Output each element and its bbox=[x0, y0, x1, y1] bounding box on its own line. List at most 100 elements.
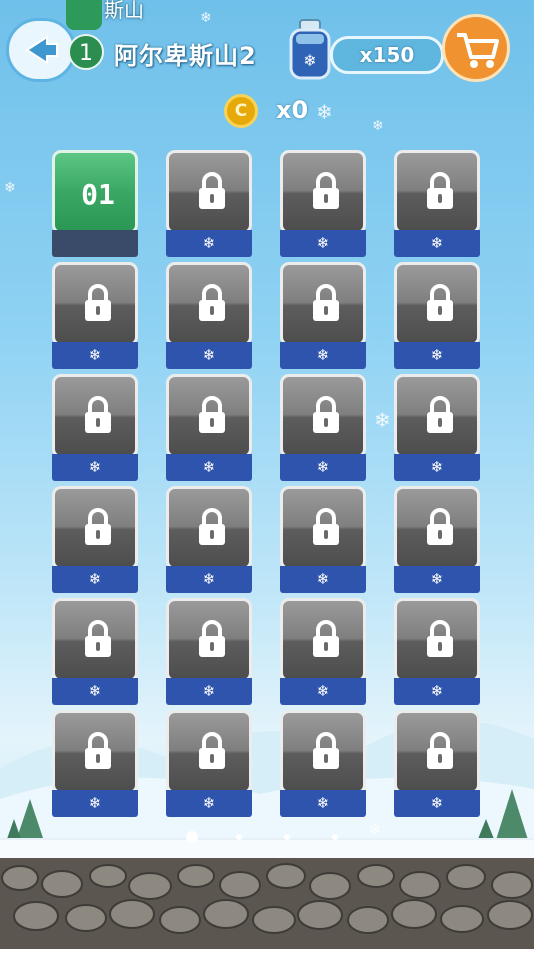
locked-level-tile[interactable]: ❄ bbox=[52, 374, 138, 482]
tile-face bbox=[52, 374, 138, 458]
locked-level-tile[interactable]: ❄ bbox=[394, 710, 480, 818]
snowflake-icon: ❄ bbox=[280, 342, 366, 369]
tile-face bbox=[166, 710, 252, 794]
tile-face bbox=[280, 710, 366, 794]
locked-level-tile[interactable]: ❄ bbox=[280, 374, 366, 482]
snowflake-icon: ❄ bbox=[166, 678, 252, 705]
locked-level-tile[interactable]: ❄ bbox=[166, 262, 252, 370]
snowflake-icon: ❄ bbox=[394, 454, 480, 481]
snowflake-icon: ❄ bbox=[394, 342, 480, 369]
locked-level-tile[interactable]: ❄ bbox=[394, 262, 480, 370]
locked-level-tile[interactable]: ❄ bbox=[166, 598, 252, 706]
tile-face bbox=[166, 598, 252, 682]
lock-icon bbox=[427, 620, 453, 657]
lock-icon bbox=[427, 396, 453, 433]
level-label: 01 bbox=[81, 178, 115, 211]
snowflake-icon: ❄ bbox=[166, 230, 252, 257]
snowflake-icon: ❄ bbox=[52, 790, 138, 817]
coin-icon: C bbox=[224, 94, 258, 128]
lock-icon bbox=[85, 396, 111, 433]
locked-level-tile[interactable]: ❄ bbox=[280, 262, 366, 370]
locked-level-tile[interactable]: ❄ bbox=[52, 598, 138, 706]
locked-level-tile[interactable]: ❄ bbox=[166, 486, 252, 594]
locked-level-tile[interactable]: ❄ bbox=[394, 374, 480, 482]
tile-face bbox=[166, 486, 252, 570]
snowflake-icon: ❄ bbox=[52, 566, 138, 593]
locked-level-tile[interactable]: ❄ bbox=[280, 710, 366, 818]
tile-face bbox=[280, 262, 366, 346]
locked-level-tile[interactable]: ❄ bbox=[394, 486, 480, 594]
tile-face bbox=[280, 374, 366, 458]
lock-icon bbox=[313, 284, 339, 321]
snowflake-decor: ❄ bbox=[200, 10, 212, 26]
tile-face bbox=[166, 150, 252, 234]
level-tile[interactable]: 01 bbox=[52, 150, 138, 258]
locked-level-tile[interactable]: ❄ bbox=[394, 150, 480, 258]
tile-face bbox=[394, 486, 480, 570]
locked-level-tile[interactable]: ❄ bbox=[52, 262, 138, 370]
tile-face bbox=[280, 486, 366, 570]
shop-cart-button[interactable] bbox=[442, 14, 510, 82]
lock-icon bbox=[313, 508, 339, 545]
tile-face: 01 bbox=[52, 150, 138, 234]
lock-icon bbox=[313, 172, 339, 209]
locked-level-tile[interactable]: ❄ bbox=[280, 150, 366, 258]
lock-icon bbox=[427, 508, 453, 545]
locked-level-tile[interactable]: ❄ bbox=[166, 374, 252, 482]
snowflake-decor: ❄ bbox=[4, 180, 16, 196]
tile-face bbox=[166, 262, 252, 346]
page-dot[interactable] bbox=[284, 834, 290, 840]
locked-level-tile[interactable]: ❄ bbox=[166, 150, 252, 258]
snowflake-decor: ❄ bbox=[316, 100, 333, 124]
lock-icon bbox=[313, 732, 339, 769]
tile-base bbox=[52, 230, 138, 257]
tile-face bbox=[52, 262, 138, 346]
tile-face bbox=[280, 150, 366, 234]
svg-text:❄: ❄ bbox=[303, 51, 316, 70]
back-arrow-icon bbox=[25, 35, 58, 65]
snowflake-decor: ❄ bbox=[372, 118, 384, 134]
lock-icon bbox=[313, 396, 339, 433]
coin-count: x0 bbox=[276, 96, 309, 124]
lock-icon bbox=[427, 284, 453, 321]
lock-icon bbox=[85, 284, 111, 321]
snowflake-icon: ❄ bbox=[280, 230, 366, 257]
locked-level-tile[interactable]: ❄ bbox=[280, 486, 366, 594]
snowflake-icon: ❄ bbox=[166, 790, 252, 817]
lock-icon bbox=[199, 396, 225, 433]
snowflake-icon: ❄ bbox=[280, 790, 366, 817]
tile-face bbox=[52, 598, 138, 682]
snowflake-icon: ❄ bbox=[394, 230, 480, 257]
stone-ground bbox=[0, 858, 534, 949]
snowflake-icon: ❄ bbox=[394, 678, 480, 705]
snowflake-icon: ❄ bbox=[52, 454, 138, 481]
page-dot[interactable] bbox=[332, 834, 338, 840]
locked-level-tile[interactable]: ❄ bbox=[52, 486, 138, 594]
level-title: 阿尔卑斯山2 bbox=[114, 42, 257, 70]
lock-icon bbox=[199, 284, 225, 321]
lock-icon bbox=[199, 620, 225, 657]
lock-icon bbox=[199, 172, 225, 209]
tile-face bbox=[52, 710, 138, 794]
snowflake-icon: ❄ bbox=[280, 566, 366, 593]
snowflake-icon: ❄ bbox=[280, 678, 366, 705]
locked-level-tile[interactable]: ❄ bbox=[166, 710, 252, 818]
lock-icon bbox=[427, 732, 453, 769]
locked-level-tile[interactable]: ❄ bbox=[394, 598, 480, 706]
page-dot[interactable] bbox=[186, 831, 198, 843]
page-dot[interactable] bbox=[236, 834, 242, 840]
lock-icon bbox=[85, 732, 111, 769]
tile-face bbox=[394, 374, 480, 458]
locked-level-tile[interactable]: ❄ bbox=[52, 710, 138, 818]
snowflake-icon: ❄ bbox=[394, 790, 480, 817]
page-indicator bbox=[0, 828, 534, 848]
tile-face bbox=[394, 150, 480, 234]
shopping-cart-icon bbox=[457, 33, 499, 68]
tile-face bbox=[394, 262, 480, 346]
level-number-badge: 1 bbox=[68, 34, 104, 70]
category-title: 斯山 bbox=[104, 0, 144, 22]
locked-level-tile[interactable]: ❄ bbox=[280, 598, 366, 706]
back-button[interactable] bbox=[6, 18, 76, 82]
snowflake-icon: ❄ bbox=[52, 342, 138, 369]
snowflake-icon: ❄ bbox=[166, 454, 252, 481]
